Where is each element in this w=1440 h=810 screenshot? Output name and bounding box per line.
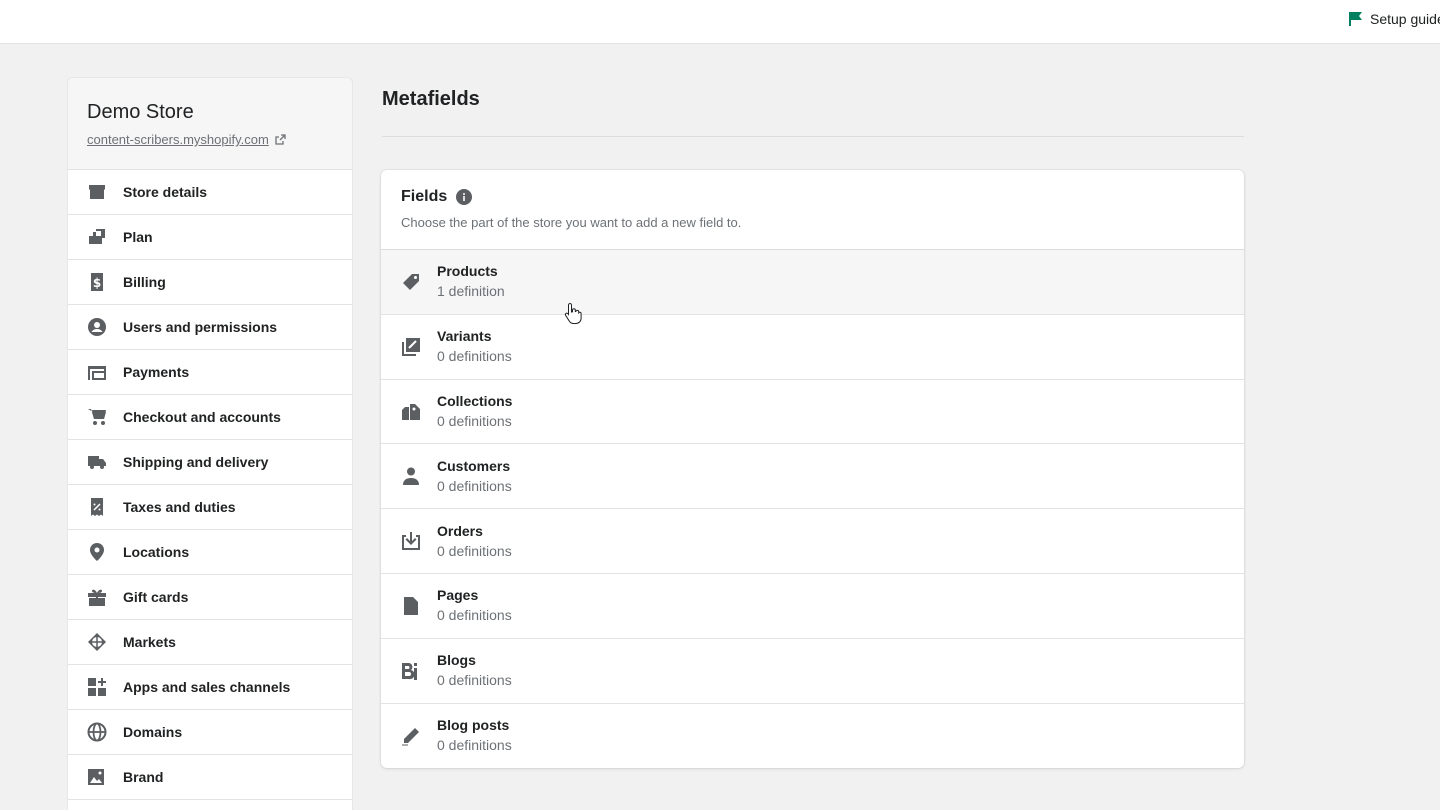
settings-sidebar: Demo Store content-scribers.myshopify.co…: [67, 77, 353, 810]
store-header: Demo Store content-scribers.myshopify.co…: [68, 78, 352, 170]
location-pin-icon: [87, 542, 107, 562]
sidebar-item-apps[interactable]: Apps and sales channels: [68, 665, 352, 710]
title-divider: [382, 136, 1244, 137]
field-row-collections[interactable]: Collections 0 definitions: [381, 380, 1244, 445]
field-row-name: Pages: [437, 587, 479, 604]
store-name: Demo Store: [87, 101, 194, 123]
customer-icon: [401, 466, 421, 486]
page-title: Metafields: [382, 88, 480, 110]
page-icon: [401, 596, 421, 616]
plan-icon: [87, 227, 107, 247]
tag-icon: [401, 272, 421, 292]
card-header: Fields Choose the part of the store you …: [381, 170, 1244, 250]
blog-icon: [401, 661, 421, 681]
sidebar-item-domains[interactable]: Domains: [68, 710, 352, 755]
user-circle-icon: [87, 317, 107, 337]
sidebar-item-store-details[interactable]: Store details: [68, 170, 352, 215]
sidebar-item-label: Gift cards: [123, 589, 189, 605]
field-row-count: 0 definitions: [437, 737, 512, 754]
field-row-count: 1 definition: [437, 283, 505, 300]
field-row-count: 0 definitions: [437, 412, 512, 429]
gift-icon: [87, 587, 107, 607]
truck-icon: [87, 452, 107, 472]
card-subtitle: Choose the part of the store you want to…: [401, 215, 742, 230]
sidebar-item-gift-cards[interactable]: Gift cards: [68, 575, 352, 620]
apps-icon: [87, 677, 107, 697]
sidebar-item-label: Markets: [123, 634, 176, 650]
field-row-count: 0 definitions: [437, 672, 512, 689]
sidebar-item-label: Store details: [123, 184, 208, 200]
orders-icon: [401, 531, 421, 551]
pencil-icon: [401, 726, 421, 746]
globe-markets-icon: [87, 632, 107, 652]
store-url-text: content-scribers.myshopify.com: [87, 132, 269, 147]
sidebar-item-label: Payments: [123, 364, 190, 380]
field-row-name: Variants: [437, 328, 492, 345]
top-bar: Setup guide: [0, 0, 1440, 44]
field-row-count: 0 definitions: [437, 542, 512, 559]
sidebar-item-label: Users and permissions: [123, 319, 278, 335]
field-row-name: Blogs: [437, 652, 476, 669]
field-row-name: Orders: [437, 522, 483, 539]
setup-guide-button[interactable]: Setup guide: [1348, 9, 1440, 29]
billing-icon: $: [87, 272, 107, 292]
field-row-count: 0 definitions: [437, 348, 512, 365]
field-row-customers[interactable]: Customers 0 definitions: [381, 444, 1244, 510]
collections-icon: [401, 401, 421, 421]
variants-icon: [401, 337, 421, 357]
sidebar-item-label: Shipping and delivery: [123, 454, 269, 470]
flag-icon: [1349, 12, 1362, 26]
sidebar-item-users[interactable]: Users and permissions: [68, 305, 352, 350]
field-row-orders[interactable]: Orders 0 definitions: [381, 509, 1244, 574]
field-row-blog-posts[interactable]: Blog posts 0 definitions: [381, 704, 1244, 768]
tax-receipt-icon: [87, 497, 107, 517]
store-icon: [87, 182, 107, 202]
sidebar-item-label: Plan: [123, 229, 153, 245]
svg-text:$: $: [93, 276, 101, 290]
card-title: Fields: [401, 188, 448, 205]
sidebar-item-shipping[interactable]: Shipping and delivery: [68, 440, 352, 485]
info-icon[interactable]: [456, 189, 473, 205]
field-row-name: Collections: [437, 392, 513, 409]
sidebar-item-label: Domains: [123, 724, 183, 740]
sidebar-item-markets[interactable]: Markets: [68, 620, 352, 665]
field-row-name: Customers: [437, 457, 511, 474]
sidebar-item-label: Apps and sales channels: [123, 679, 291, 695]
sidebar-item-label: Taxes and duties: [123, 499, 236, 515]
store-url-link[interactable]: content-scribers.myshopify.com: [87, 132, 352, 147]
field-row-name: Products: [437, 263, 498, 280]
sidebar-item-label: Checkout and accounts: [123, 409, 281, 425]
field-row-variants[interactable]: Variants 0 definitions: [381, 315, 1244, 380]
fields-card: Fields Choose the part of the store you …: [381, 170, 1244, 768]
brand-icon: [87, 767, 107, 787]
field-row-blogs[interactable]: Blogs 0 definitions: [381, 639, 1244, 704]
field-row-count: 0 definitions: [437, 477, 512, 494]
cart-icon: [87, 407, 107, 427]
sidebar-item-taxes[interactable]: Taxes and duties: [68, 485, 352, 530]
hand-cursor-icon: [564, 302, 582, 324]
field-row-name: Blog posts: [437, 717, 510, 734]
sidebar-item-billing[interactable]: $ Billing: [68, 260, 352, 305]
sidebar-item-label: Brand: [123, 769, 164, 785]
sidebar-item-label: Billing: [123, 274, 166, 290]
sidebar-item-plan[interactable]: Plan: [68, 215, 352, 260]
sidebar-item-label: Locations: [123, 544, 190, 560]
sidebar-item-brand[interactable]: Brand: [68, 755, 352, 800]
sidebar-item-locations[interactable]: Locations: [68, 530, 352, 575]
external-link-icon: [275, 134, 286, 145]
field-row-pages[interactable]: Pages 0 definitions: [381, 574, 1244, 639]
sidebar-item-payments[interactable]: Payments: [68, 350, 352, 395]
globe-icon: [87, 722, 107, 742]
payments-icon: [87, 362, 107, 382]
field-row-count: 0 definitions: [437, 607, 512, 624]
field-row-products[interactable]: Products 1 definition: [381, 250, 1244, 315]
setup-guide-label: Setup guide: [1370, 11, 1440, 27]
sidebar-item-checkout[interactable]: Checkout and accounts: [68, 395, 352, 440]
